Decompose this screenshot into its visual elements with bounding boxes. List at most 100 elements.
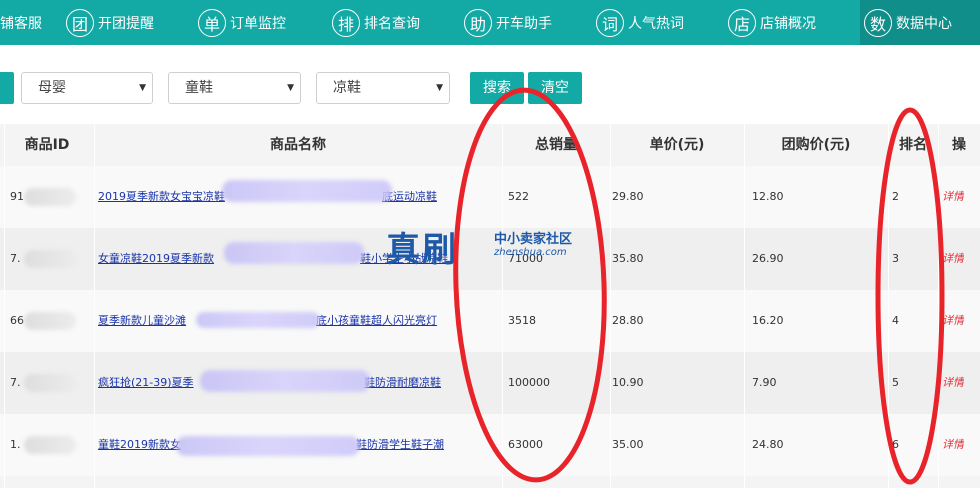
dropdown-arrow-icon: ▼ (287, 83, 294, 93)
rank-value: 6 (892, 438, 899, 451)
header-unit-price: 单价(元) (649, 137, 705, 153)
column-divider (610, 124, 611, 488)
header-total-sales: 总销量 (535, 137, 577, 153)
rank-value: 5 (892, 376, 899, 389)
rank-icon: 排 (332, 8, 360, 37)
group-price: 16.20 (752, 314, 784, 327)
top-nav: 铺客服 团 开团提醒 单 订单监控 排 排名查询 助 开车助手 词 人气热词 店… (0, 0, 980, 45)
total-sales: 3518 (508, 314, 536, 327)
watermark-logo: 真刷 (386, 230, 458, 270)
product-id: 7. (10, 252, 21, 265)
table-row: 66 夏季新款儿童沙滩 底小孩童鞋超人闪光亮灯 3518 28.80 16.20… (0, 290, 980, 352)
category1-select[interactable]: 母婴 ▼ (21, 72, 153, 104)
header-product-id: 商品ID (24, 137, 70, 153)
redacted-name (200, 370, 370, 392)
table-row: 7. 女童凉鞋2019夏季新款 鞋小学生小战凉鞋 71000 35.80 26.… (0, 228, 980, 290)
column-divider (744, 124, 745, 488)
header-product-name: 商品名称 (270, 137, 326, 153)
detail-link[interactable]: 详情 (942, 414, 964, 476)
header-group-price: 团购价(元) (781, 137, 851, 153)
unit-price: 35.80 (612, 252, 644, 265)
watermark-url: zhenshua.com (494, 247, 567, 258)
nav-item-data-center[interactable]: 数 数据中心 (860, 0, 980, 45)
product-id: 7. (10, 376, 21, 389)
table-row: 91 2019夏季新款女宝宝凉鞋 底运动凉鞋 522 29.80 12.80 2… (0, 166, 980, 228)
total-sales: 63000 (508, 438, 543, 451)
column-divider (502, 124, 503, 488)
dropdown-arrow-icon: ▼ (139, 83, 146, 93)
nav-label: 店铺概况 (760, 15, 816, 32)
nav-label: 排名查询 (364, 15, 420, 32)
nav-label: 人气热词 (628, 15, 684, 32)
unit-price: 29.80 (612, 190, 644, 203)
nav-label: 铺客服 (0, 15, 42, 32)
unit-price: 10.90 (612, 376, 644, 389)
nav-label: 订单监控 (230, 15, 286, 32)
redacted-name (224, 242, 364, 264)
watermark-title: 中小卖家社区 (494, 232, 573, 247)
product-name-link-tail[interactable]: 底小孩童鞋超人闪光亮灯 (316, 290, 437, 352)
total-sales: 100000 (508, 376, 550, 389)
order-icon: 单 (198, 8, 226, 37)
detail-link[interactable]: 详情 (942, 290, 964, 352)
column-divider (888, 124, 889, 488)
detail-link[interactable]: 详情 (942, 166, 964, 228)
product-name-link-tail[interactable]: 鞋防滑耐磨凉鞋 (364, 352, 441, 414)
group-icon: 团 (66, 8, 94, 37)
table-row: 1. 童鞋2019新款女 鞋防滑学生鞋子潮 63000 35.00 24.80 … (0, 414, 980, 476)
product-name-link[interactable]: 夏季新款儿童沙滩 (98, 290, 186, 352)
redacted-id (24, 250, 76, 268)
redacted-id (24, 188, 76, 206)
product-id: 66 (10, 314, 24, 327)
shop-icon: 店 (728, 8, 756, 37)
column-divider (938, 124, 939, 488)
redacted-id (24, 436, 76, 454)
helper-icon: 助 (464, 8, 492, 37)
search-button[interactable]: 搜索 (470, 72, 524, 104)
unit-price: 35.00 (612, 438, 644, 451)
nav-item-rank-query[interactable]: 排 排名查询 (332, 0, 420, 45)
dropdown-arrow-icon: ▼ (436, 83, 443, 93)
rank-value: 3 (892, 252, 899, 265)
nav-item-order-monitor[interactable]: 单 订单监控 (198, 0, 286, 45)
nav-item-group-reminder[interactable]: 团 开团提醒 (66, 0, 154, 45)
product-name-link[interactable]: 童鞋2019新款女 (98, 414, 181, 476)
product-table: 商品ID 商品名称 总销量 单价(元) 团购价(元) 排名 操 91 2019夏… (0, 124, 980, 488)
group-price: 26.90 (752, 252, 784, 265)
detail-link[interactable]: 详情 (942, 352, 964, 414)
product-name-link[interactable]: 2019夏季新款女宝宝凉鞋 (98, 166, 225, 228)
nav-label: 开车助手 (496, 15, 552, 32)
redacted-name (196, 312, 320, 328)
nav-item-shop-overview[interactable]: 店 店铺概况 (728, 0, 816, 45)
header-rank: 排名 (899, 137, 927, 153)
total-sales: 522 (508, 190, 529, 203)
nav-item-customer-service[interactable]: 铺客服 (0, 0, 42, 45)
column-divider (4, 124, 5, 488)
category1-value: 母婴 (38, 80, 66, 96)
unit-price: 28.80 (612, 314, 644, 327)
filter-bar: 母婴 ▼ 童鞋 ▼ 凉鞋 ▼ 搜索 清空 (0, 60, 980, 116)
detail-link[interactable]: 详情 (942, 228, 964, 290)
redacted-id (24, 374, 76, 392)
product-name-link-tail[interactable]: 鞋防滑学生鞋子潮 (356, 414, 444, 476)
table-row: 7. 疯狂抢(21-39)夏季 鞋防滑耐磨凉鞋 100000 10.90 7.9… (0, 352, 980, 414)
redacted-name (222, 180, 392, 202)
rank-value: 2 (892, 190, 899, 203)
category3-select[interactable]: 凉鞋 ▼ (316, 72, 450, 104)
nav-item-hot-keywords[interactable]: 词 人气热词 (596, 0, 684, 45)
product-id: 91 (10, 190, 24, 203)
nav-label: 开团提醒 (98, 15, 154, 32)
edge-button[interactable] (0, 72, 14, 104)
group-price: 7.90 (752, 376, 777, 389)
product-name-link[interactable]: 女童凉鞋2019夏季新款 (98, 228, 214, 290)
clear-button[interactable]: 清空 (528, 72, 582, 104)
nav-label: 数据中心 (896, 15, 952, 32)
redacted-id (24, 312, 76, 330)
rank-value: 4 (892, 314, 899, 327)
product-name-link[interactable]: 疯狂抢(21-39)夏季 (98, 352, 194, 414)
category3-value: 凉鞋 (333, 80, 361, 96)
keyword-icon: 词 (596, 8, 624, 37)
category2-select[interactable]: 童鞋 ▼ (168, 72, 301, 104)
nav-item-driving-helper[interactable]: 助 开车助手 (464, 0, 552, 45)
group-price: 12.80 (752, 190, 784, 203)
